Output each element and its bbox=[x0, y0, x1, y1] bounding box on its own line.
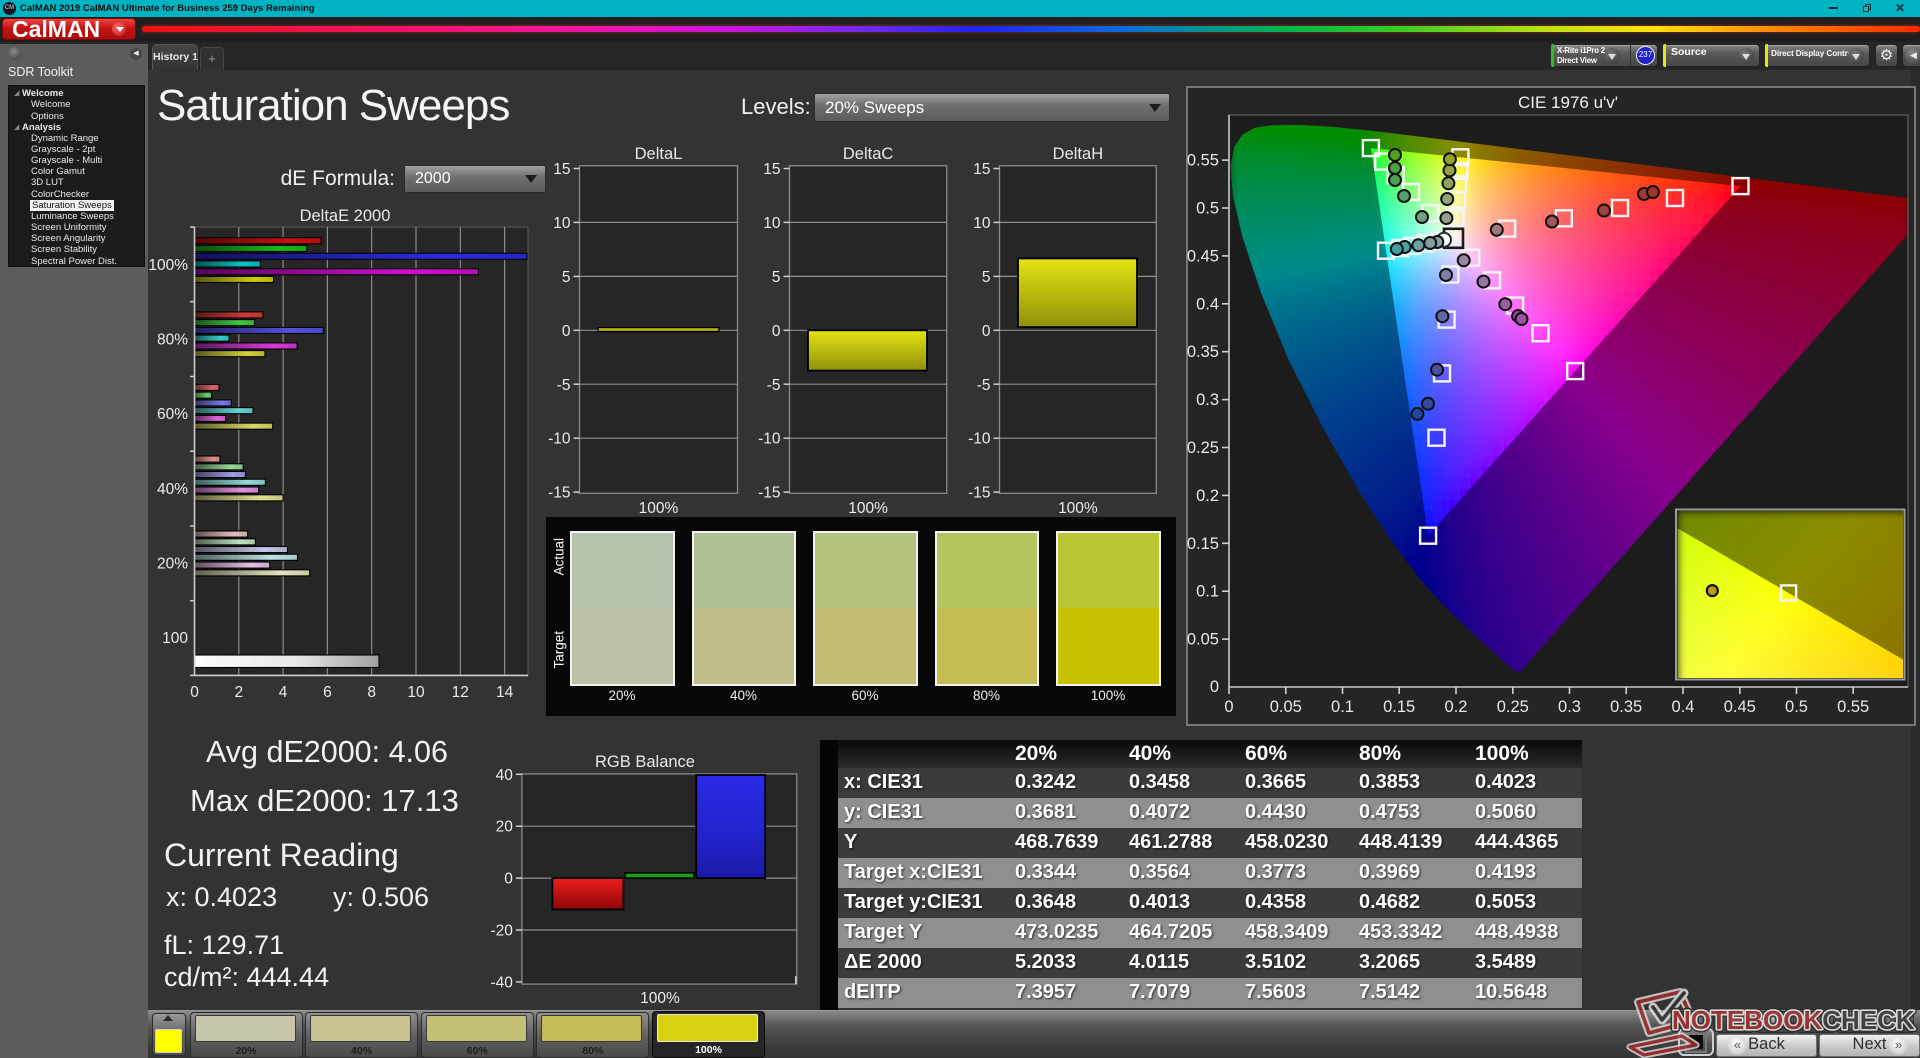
svg-text:NOTEBOOK: NOTEBOOK bbox=[1672, 1005, 1822, 1035]
svg-text:0.3: 0.3 bbox=[1558, 698, 1581, 716]
svg-text:-5: -5 bbox=[557, 377, 571, 394]
svg-text:100%: 100% bbox=[148, 257, 188, 274]
svg-text:15: 15 bbox=[973, 161, 990, 178]
svg-text:0.1: 0.1 bbox=[1331, 698, 1354, 716]
svg-text:100%: 100% bbox=[1058, 500, 1098, 517]
svg-text:-10: -10 bbox=[548, 431, 571, 448]
svg-text:5: 5 bbox=[562, 269, 571, 286]
svg-text:0: 0 bbox=[1224, 698, 1233, 716]
svg-text:0.4: 0.4 bbox=[1672, 698, 1695, 716]
svg-text:0.5: 0.5 bbox=[1785, 698, 1808, 716]
svg-text:5: 5 bbox=[772, 269, 781, 286]
svg-text:2: 2 bbox=[234, 684, 243, 701]
svg-text:0.2: 0.2 bbox=[1196, 487, 1219, 505]
svg-text:-5: -5 bbox=[977, 377, 991, 394]
svg-text:12: 12 bbox=[452, 684, 469, 701]
svg-text:DeltaH: DeltaH bbox=[1053, 145, 1103, 163]
svg-text:0.05: 0.05 bbox=[1187, 631, 1219, 649]
svg-text:15: 15 bbox=[553, 161, 570, 178]
svg-text:0.1: 0.1 bbox=[1196, 583, 1219, 601]
svg-text:5: 5 bbox=[982, 269, 991, 286]
svg-text:0.4: 0.4 bbox=[1196, 295, 1219, 313]
svg-text:0.55: 0.55 bbox=[1837, 698, 1869, 716]
svg-text:40: 40 bbox=[496, 767, 514, 784]
svg-text:4: 4 bbox=[279, 684, 288, 701]
svg-text:10: 10 bbox=[763, 215, 781, 232]
svg-text:0.05: 0.05 bbox=[1270, 698, 1302, 716]
svg-text:20%: 20% bbox=[157, 556, 188, 573]
svg-text:10: 10 bbox=[407, 684, 425, 701]
svg-text:0.45: 0.45 bbox=[1724, 698, 1756, 716]
svg-text:0.2: 0.2 bbox=[1445, 698, 1468, 716]
svg-text:20: 20 bbox=[496, 819, 514, 836]
svg-text:0.15: 0.15 bbox=[1187, 535, 1219, 553]
svg-text:0.3: 0.3 bbox=[1196, 391, 1219, 409]
svg-text:0.5: 0.5 bbox=[1196, 200, 1219, 218]
svg-text:15: 15 bbox=[763, 161, 780, 178]
svg-text:60%: 60% bbox=[157, 406, 188, 423]
svg-text:0: 0 bbox=[772, 323, 781, 340]
svg-text:100: 100 bbox=[162, 630, 188, 647]
svg-text:0: 0 bbox=[190, 684, 199, 701]
svg-text:-10: -10 bbox=[758, 431, 781, 448]
svg-text:100%: 100% bbox=[639, 500, 679, 517]
svg-text:-5: -5 bbox=[767, 377, 781, 394]
svg-text:0: 0 bbox=[1210, 678, 1219, 696]
svg-text:10: 10 bbox=[553, 215, 571, 232]
svg-text:0: 0 bbox=[982, 323, 991, 340]
svg-text:DeltaL: DeltaL bbox=[635, 145, 683, 163]
svg-text:DeltaC: DeltaC bbox=[843, 145, 894, 163]
svg-text:80%: 80% bbox=[157, 332, 188, 349]
svg-text:-10: -10 bbox=[968, 431, 991, 448]
svg-text:0.25: 0.25 bbox=[1497, 698, 1529, 716]
svg-text:-15: -15 bbox=[758, 485, 780, 502]
svg-text:DeltaE 2000: DeltaE 2000 bbox=[300, 207, 391, 225]
svg-text:0.55: 0.55 bbox=[1187, 152, 1219, 170]
svg-text:8: 8 bbox=[367, 684, 376, 701]
svg-text:40%: 40% bbox=[157, 481, 188, 498]
svg-text:0.35: 0.35 bbox=[1610, 698, 1642, 716]
svg-text:100%: 100% bbox=[848, 500, 888, 517]
svg-text:-15: -15 bbox=[968, 485, 990, 502]
svg-text:6: 6 bbox=[323, 684, 332, 701]
svg-text:0: 0 bbox=[562, 323, 571, 340]
svg-text:CIE 1976 u'v': CIE 1976 u'v' bbox=[1518, 93, 1618, 112]
svg-text:100%: 100% bbox=[640, 990, 680, 1007]
svg-text:0.35: 0.35 bbox=[1187, 343, 1219, 361]
svg-text:0.15: 0.15 bbox=[1383, 698, 1415, 716]
svg-text:10: 10 bbox=[973, 215, 991, 232]
svg-text:0.45: 0.45 bbox=[1187, 247, 1219, 265]
svg-text:-40: -40 bbox=[490, 974, 513, 991]
svg-text:0: 0 bbox=[504, 871, 513, 888]
svg-text:CHECK: CHECK bbox=[1822, 1005, 1915, 1035]
svg-text:14: 14 bbox=[496, 684, 514, 701]
svg-text:-15: -15 bbox=[548, 485, 570, 502]
svg-text:RGB Balance: RGB Balance bbox=[595, 753, 695, 771]
svg-text:0.25: 0.25 bbox=[1187, 439, 1219, 457]
svg-text:-20: -20 bbox=[490, 923, 513, 940]
